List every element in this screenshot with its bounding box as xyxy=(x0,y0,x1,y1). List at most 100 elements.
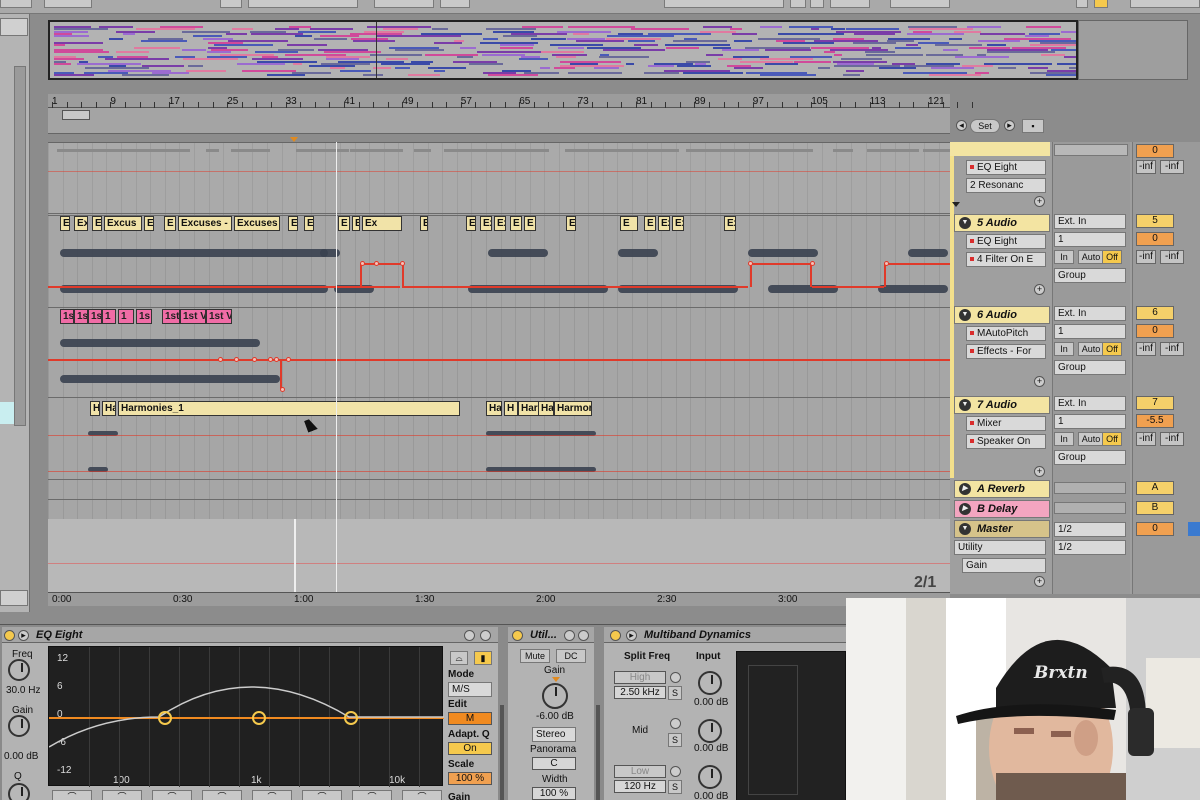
eq-shape-button[interactable]: ⌓ xyxy=(450,651,468,665)
audio-clip[interactable]: 1st V xyxy=(180,309,206,324)
eq-band-handle[interactable] xyxy=(252,711,266,725)
send-readout[interactable]: -inf xyxy=(1160,342,1184,356)
audio-clip[interactable]: Ex xyxy=(494,216,506,231)
master-track[interactable]: ▼ Master xyxy=(954,520,1050,538)
monitor-off-button[interactable]: Off xyxy=(1102,342,1122,356)
automation-point[interactable] xyxy=(252,357,257,362)
automation-point[interactable] xyxy=(374,261,379,266)
browser-footer[interactable] xyxy=(0,590,28,606)
control-button[interactable] xyxy=(830,0,870,8)
audio-clip[interactable]: E xyxy=(524,216,536,231)
return-letter[interactable]: B xyxy=(1136,501,1174,515)
automation-point[interactable] xyxy=(286,357,291,362)
input-channel-select[interactable]: 1 xyxy=(1054,414,1126,429)
audio-clip[interactable]: Excus xyxy=(104,216,142,231)
automation-envelope[interactable] xyxy=(402,263,404,287)
audio-clip[interactable]: Excuse xyxy=(304,216,314,231)
device-chain-item[interactable]: MAutoPitch xyxy=(966,326,1046,341)
add-device-icon[interactable]: + xyxy=(1034,466,1045,477)
automation-point[interactable] xyxy=(884,261,889,266)
track-name-3[interactable]: ▼ 7 Audio xyxy=(954,396,1050,414)
monitor-off-button[interactable]: Off xyxy=(1102,432,1122,446)
eq-filter-type-button[interactable]: ⌒ xyxy=(402,790,442,800)
cue-out-select[interactable]: 1/2 xyxy=(1054,522,1126,537)
stereo-mode-select[interactable]: Stereo xyxy=(532,727,576,742)
control-button[interactable] xyxy=(664,0,784,8)
add-device-icon[interactable]: + xyxy=(1034,196,1045,207)
audio-clip[interactable]: Harmonies_1 xyxy=(118,401,460,416)
arrangement-view[interactable]: EExEExcusEEExcuses -ExcusesEExcuseEEExEE… xyxy=(48,142,950,594)
multiband-device-header[interactable]: Multiband Dynamics xyxy=(604,627,846,643)
device-chain-item[interactable]: 4 Filter On E xyxy=(966,252,1046,267)
control-button[interactable] xyxy=(440,0,470,8)
volume-readout[interactable]: -5.5 xyxy=(1136,414,1174,428)
pan-readout[interactable]: -inf xyxy=(1136,432,1156,446)
eq-filter-type-button[interactable]: ⌒ xyxy=(352,790,392,800)
audio-clip[interactable]: Harmor xyxy=(554,401,592,416)
solo-high-button[interactable]: S xyxy=(668,686,682,700)
fold-icon[interactable]: ▶ xyxy=(959,483,971,495)
audio-clip[interactable]: Harn xyxy=(518,401,540,416)
audio-clip[interactable]: Excuses - xyxy=(178,216,232,231)
output-select[interactable]: Group xyxy=(1054,450,1126,465)
fold-icon[interactable]: ▶ xyxy=(959,503,971,515)
eq-adaptq-toggle[interactable]: On xyxy=(448,742,492,755)
audio-clip[interactable]: 1s xyxy=(74,309,88,324)
monitor-in-button[interactable]: In xyxy=(1054,250,1074,264)
automation-point[interactable] xyxy=(234,357,239,362)
lock-button[interactable]: ▪ xyxy=(1022,119,1044,133)
track-number[interactable]: 0 xyxy=(1136,144,1174,158)
volume-readout[interactable]: -inf xyxy=(1136,160,1156,174)
freq-knob[interactable] xyxy=(8,659,30,681)
return-track-1[interactable]: ▶ B Delay xyxy=(954,500,1050,518)
automation-envelope[interactable] xyxy=(402,286,748,288)
pan-readout[interactable]: -inf xyxy=(1136,250,1156,264)
low-freq-value[interactable]: 120 Hz xyxy=(614,780,666,793)
prev-locator-button[interactable]: ◂ xyxy=(956,120,967,131)
eq-filter-type-button[interactable]: ⌒ xyxy=(102,790,142,800)
audio-clip[interactable]: H xyxy=(90,401,100,416)
group-fold-icon[interactable] xyxy=(952,202,960,207)
automation-envelope[interactable] xyxy=(48,471,950,472)
eq-edit-value[interactable]: M xyxy=(448,712,492,725)
device-on-icon[interactable] xyxy=(4,630,15,641)
add-device-icon[interactable]: + xyxy=(1034,284,1045,295)
audio-clip[interactable]: 1s xyxy=(136,309,152,324)
send-readout[interactable]: -inf xyxy=(1160,250,1184,264)
automation-point[interactable] xyxy=(360,261,365,266)
return-letter[interactable]: A xyxy=(1136,481,1174,495)
monitor-in-button[interactable]: In xyxy=(1054,342,1074,356)
arrangement-overview[interactable] xyxy=(48,20,1078,80)
solo-high-icon[interactable] xyxy=(670,672,681,683)
save-preset-icon[interactable] xyxy=(480,630,491,641)
group-header[interactable] xyxy=(950,142,1050,156)
loop-marker[interactable] xyxy=(290,137,298,142)
master-device[interactable]: Utility xyxy=(954,540,1046,555)
fold-icon[interactable]: ▼ xyxy=(959,217,971,229)
master-automation[interactable] xyxy=(48,563,950,564)
audio-clip[interactable]: Ha xyxy=(102,401,116,416)
browser-selection[interactable] xyxy=(0,402,14,424)
time-ruler[interactable]: 0:00 0:30 1:00 1:30 2:00 2:30 3:00 xyxy=(48,592,950,606)
gain-knob[interactable] xyxy=(8,715,30,737)
automation-envelope[interactable] xyxy=(48,286,400,288)
control-button[interactable] xyxy=(0,0,32,8)
fold-icon[interactable]: ▼ xyxy=(959,523,971,535)
width-value[interactable]: 100 % xyxy=(532,787,576,800)
set-locator-button[interactable]: Set xyxy=(970,119,1000,133)
audio-clip[interactable]: Ex xyxy=(672,216,684,231)
audio-clip[interactable]: Ex xyxy=(362,216,402,231)
audio-clip[interactable]: H xyxy=(504,401,518,416)
eq-filter-type-button[interactable]: ⌒ xyxy=(302,790,342,800)
audio-clip[interactable]: 1 xyxy=(118,309,134,324)
hot-swap-icon[interactable] xyxy=(464,630,475,641)
eq-filter-type-button[interactable]: ⌒ xyxy=(152,790,192,800)
automation-point[interactable] xyxy=(218,357,223,362)
hot-swap-icon[interactable] xyxy=(564,630,575,641)
pan-readout[interactable]: -inf xyxy=(1160,160,1184,174)
device-scrollbar[interactable] xyxy=(500,705,504,800)
input-high-knob[interactable] xyxy=(698,671,722,695)
eq-filter-type-button[interactable]: ⌒ xyxy=(202,790,242,800)
audio-clip[interactable]: E xyxy=(288,216,298,231)
audio-clip[interactable]: E xyxy=(338,216,350,231)
